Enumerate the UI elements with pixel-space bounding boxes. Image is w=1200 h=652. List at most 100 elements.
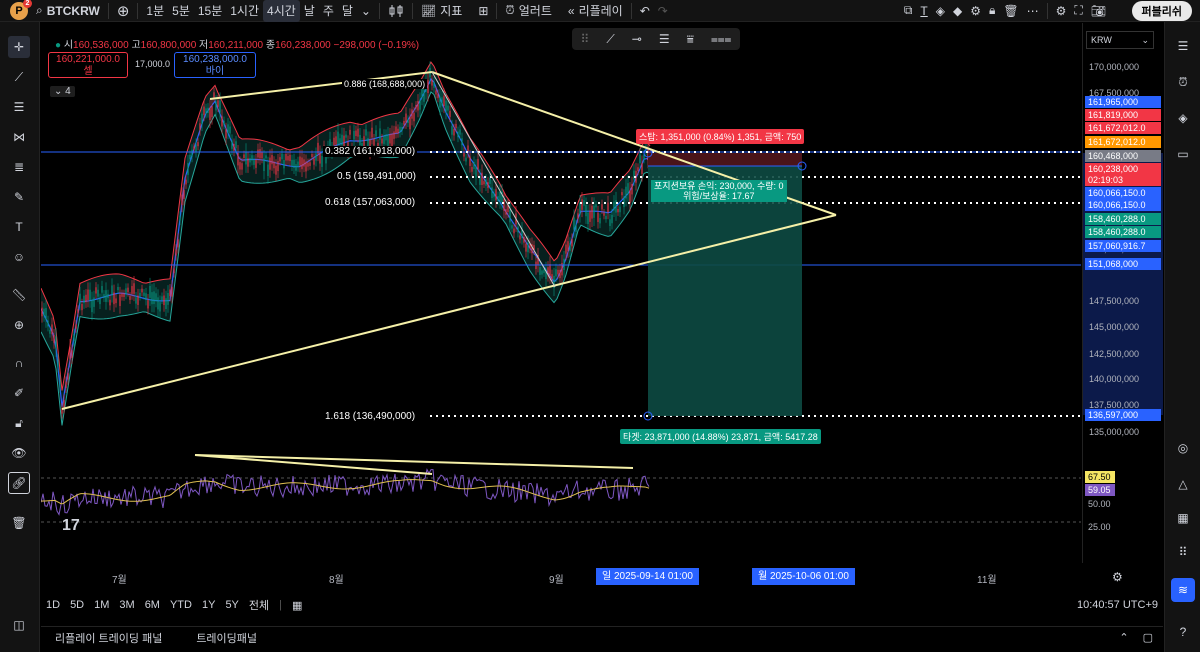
green-dot-icon: ●: [55, 40, 62, 51]
interval-day[interactable]: 날: [300, 0, 319, 22]
range-3m[interactable]: 3M: [119, 599, 134, 611]
target-label[interactable]: 타겟: 23,871,000 (14.88%) 23,871, 금액: 5417…: [620, 429, 821, 444]
trash-icon[interactable]: 🗑︎: [999, 0, 1022, 22]
chat-icon[interactable]: ▭: [1171, 142, 1195, 166]
stop-label[interactable]: 스탑: 1,351,000 (0.84%) 1,351, 금액: 750: [636, 129, 805, 144]
interval-15m[interactable]: 15분: [194, 0, 226, 22]
indicators-icon: 📈︎: [420, 3, 437, 18]
redo-icon[interactable]: ↷: [654, 0, 672, 22]
interval-5m[interactable]: 5분: [168, 0, 194, 22]
link-icon[interactable]: 🔗︎: [8, 472, 30, 494]
range-1y[interactable]: 1Y: [202, 599, 215, 611]
replay-button[interactable]: «리플레이: [564, 0, 627, 22]
range-5d[interactable]: 5D: [70, 599, 84, 611]
collapse-panel-icon[interactable]: ◫: [8, 614, 30, 636]
clock[interactable]: 10:40:57 UTC+9: [1077, 599, 1158, 611]
trend-line-icon[interactable]: ⟋: [8, 66, 30, 88]
trash-icon[interactable]: 🗑︎: [8, 512, 30, 534]
symbol-search[interactable]: ⌕ BTCKRW: [32, 0, 104, 22]
fib-icon[interactable]: ≣: [8, 156, 30, 178]
range-all[interactable]: 전체: [249, 597, 269, 613]
indicator-collapse[interactable]: ⌄ 4: [50, 86, 75, 97]
range-1d[interactable]: 1D: [46, 599, 60, 611]
line-tool-icon[interactable]: ⟋: [606, 32, 614, 47]
brush-icon[interactable]: ✎: [8, 186, 30, 208]
chart-pane[interactable]: 17: [41, 23, 1081, 586]
candle-body: [223, 120, 225, 126]
alarm-clock-icon[interactable]: ⏰︎: [1171, 70, 1195, 94]
candle-body: [125, 288, 127, 295]
lock-icon[interactable]: 🔒︎: [985, 0, 999, 22]
drawing-floating-toolbar: ⠿ ⟋ ⊸ ☰ ⩸ ⩶: [572, 28, 740, 50]
text-tool-icon[interactable]: T: [916, 0, 931, 22]
tab-replay-trading[interactable]: 리플레이 트레이딩 패널: [55, 630, 162, 646]
emoji-icon[interactable]: ☺: [8, 246, 30, 268]
bucket-icon[interactable]: ◆: [949, 0, 966, 22]
interval-1h[interactable]: 1시간: [226, 0, 263, 22]
magnet-icon[interactable]: ∩: [8, 352, 30, 374]
settings-gear-icon[interactable]: ⚙: [966, 0, 985, 22]
parallel-channel-icon[interactable]: ⩸: [687, 32, 694, 47]
ruler-icon[interactable]: 📏︎: [8, 284, 30, 306]
ohlc-legend: ● 시160,536,000 고160,800,000 저160,211,000…: [55, 40, 420, 51]
compare-add-icon[interactable]: ⊕: [113, 0, 134, 22]
help-icon[interactable]: ?: [1171, 620, 1195, 644]
lock-drawings-icon[interactable]: 🔓︎: [8, 412, 30, 434]
object-tree-icon[interactable]: ⧉: [900, 0, 917, 22]
target-icon[interactable]: ◎: [1171, 436, 1195, 460]
interval-week[interactable]: 주: [319, 0, 338, 22]
watchlist-icon[interactable]: ☰: [1171, 34, 1195, 58]
candle-body: [289, 154, 291, 162]
range-1m[interactable]: 1M: [94, 599, 109, 611]
signal-icon[interactable]: ≋: [1171, 578, 1195, 602]
calendar-icon[interactable]: ▦: [1171, 506, 1195, 530]
position-info[interactable]: 포지션보유 손익: 230,000, 수량: 0 위험/보상율: 17.67: [651, 180, 787, 202]
fib-retracement-icon[interactable]: ☰: [659, 32, 670, 46]
range-5y[interactable]: 5Y: [225, 599, 238, 611]
candle-body: [599, 218, 601, 224]
candle-body: [189, 154, 191, 160]
indicators-button[interactable]: 📈︎ 지표: [417, 0, 466, 22]
chevron-up-icon[interactable]: ⌃: [1119, 631, 1128, 644]
interval-4h[interactable]: 4시간: [263, 0, 300, 22]
eye-icon[interactable]: 👁︎: [8, 442, 30, 464]
candle-type-icon[interactable]: [384, 0, 408, 22]
range-ytd[interactable]: YTD: [170, 599, 192, 611]
layout-grid-icon[interactable]: ⊞: [474, 0, 492, 22]
ideas-icon[interactable]: △: [1171, 472, 1195, 496]
chevron-down-icon[interactable]: ⌄: [357, 0, 375, 22]
fill-color-icon[interactable]: ◈: [932, 0, 949, 22]
range-6m[interactable]: 6M: [145, 599, 160, 611]
interval-1m[interactable]: 1분: [142, 0, 168, 22]
interval-month[interactable]: 달: [338, 0, 357, 22]
price-tag: 157,060,916.7: [1085, 240, 1161, 252]
fib-extension-icon[interactable]: ⩶: [711, 32, 732, 47]
candle-body: [371, 127, 373, 138]
fullscreen-icon[interactable]: ⛶: [1070, 0, 1086, 22]
crosshair-icon[interactable]: ✛: [8, 36, 30, 58]
dots-grid-icon[interactable]: ⠿: [1171, 540, 1195, 564]
sell-button[interactable]: 160,221,000.0 셀: [48, 52, 128, 78]
more-icon[interactable]: ⋯: [1023, 0, 1043, 22]
text-icon[interactable]: T: [8, 216, 30, 238]
profile-avatar[interactable]: P2: [10, 0, 32, 20]
pencil-lock-icon[interactable]: ✐: [8, 382, 30, 404]
publish-button[interactable]: 퍼블리쉬: [1131, 1, 1192, 21]
price-axis[interactable]: KRW⌄ 170,000,000167,500,000155,000,00015…: [1082, 23, 1163, 563]
buy-button[interactable]: 160,238,000.0 바이: [174, 52, 256, 78]
layers-icon[interactable]: ◈: [1171, 106, 1195, 130]
currency-select[interactable]: KRW ⌄: [1086, 31, 1154, 49]
pattern-icon[interactable]: ⋈: [8, 126, 30, 148]
undo-icon[interactable]: ↶: [636, 0, 654, 22]
timeaxis-settings-icon[interactable]: ⚙: [1112, 570, 1123, 584]
tab-trading-panel[interactable]: 트레이딩패널: [196, 630, 257, 646]
drag-handle-icon[interactable]: ⠿: [581, 32, 590, 46]
horizontal-lines-icon[interactable]: ☰: [8, 96, 30, 118]
date-range-icon[interactable]: ▦: [292, 599, 302, 612]
camera-icon[interactable]: 📷︎: [1087, 0, 1110, 22]
hline-tool-icon[interactable]: ⊸: [632, 32, 642, 46]
chart-settings-icon[interactable]: ⚙: [1052, 0, 1071, 22]
maximize-icon[interactable]: ▢: [1143, 631, 1153, 644]
zoom-in-icon[interactable]: ⊕: [8, 314, 30, 336]
alerts-button[interactable]: ⏰︎ 얼러트: [501, 0, 556, 22]
